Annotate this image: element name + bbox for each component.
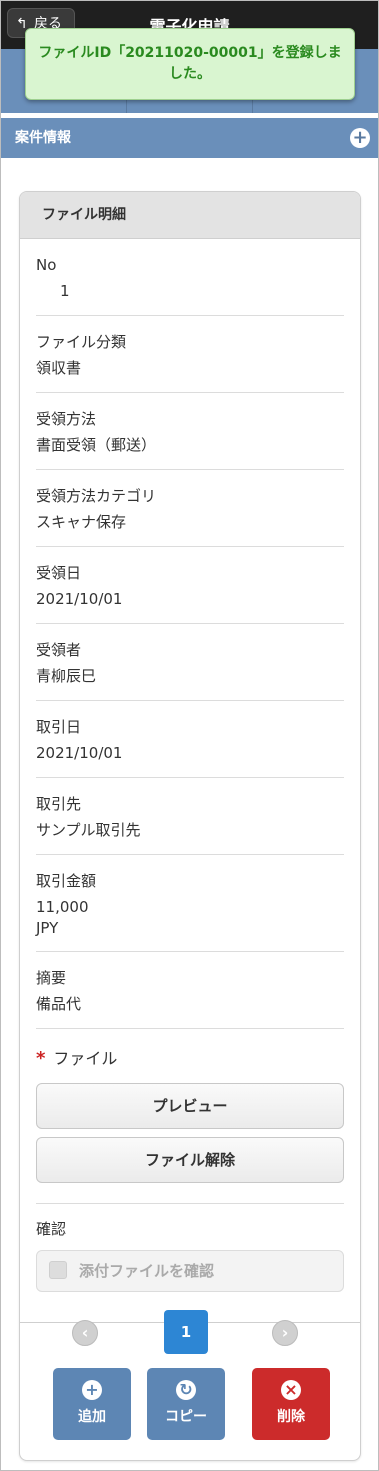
field-label: No <box>36 256 57 274</box>
file-label-row: * ファイル <box>36 1047 344 1071</box>
preview-button[interactable]: プレビュー <box>36 1083 344 1129</box>
field-value: 2021/10/01 <box>36 744 123 762</box>
field-summary: 摘要 備品代 <box>36 952 344 1029</box>
plus-icon: + <box>82 1380 102 1400</box>
file-section: * ファイル プレビュー ファイル解除 <box>36 1029 344 1204</box>
currency-value: JPY <box>36 919 59 937</box>
field-transaction-date: 取引日 2021/10/01 <box>36 701 344 778</box>
field-value: 青柳辰巳 <box>36 667 97 685</box>
file-label: ファイル <box>53 1049 118 1068</box>
remove-file-button[interactable]: ファイル解除 <box>36 1137 344 1183</box>
field-value: スキャナ保存 <box>36 513 127 531</box>
field-receipt-method-category: 受領方法カテゴリ スキャナ保存 <box>36 470 344 547</box>
prev-page-icon[interactable]: ‹ <box>72 1320 98 1346</box>
field-label: ファイル分類 <box>36 333 127 351</box>
copy-button[interactable]: ↻ コピー <box>147 1368 225 1440</box>
current-page-button[interactable]: 1 <box>164 1310 208 1354</box>
card-header: ファイル明細 <box>20 192 360 239</box>
close-icon: × <box>281 1380 301 1400</box>
field-recipient: 受領者 青柳辰巳 <box>36 624 344 701</box>
field-counterparty: 取引先 サンプル取引先 <box>36 778 344 855</box>
field-value: 領収書 <box>36 359 82 377</box>
checkbox-label: 添付ファイルを確認 <box>79 1262 215 1280</box>
field-value: 備品代 <box>36 995 82 1013</box>
field-label: 取引先 <box>36 795 82 813</box>
field-file-category: ファイル分類 領収書 <box>36 316 344 393</box>
add-button[interactable]: + 追加 <box>53 1368 131 1440</box>
field-label: 受領方法 <box>36 410 97 428</box>
field-receipt-method: 受領方法 書面受領（郵送） <box>36 393 344 470</box>
field-receipt-date: 受領日 2021/10/01 <box>36 547 344 624</box>
field-value: 書面受領（郵送） <box>36 436 157 454</box>
case-info-bar[interactable]: 案件情報 + <box>1 118 378 158</box>
confirm-attachment-checkbox[interactable]: 添付ファイルを確認 <box>36 1250 344 1292</box>
field-label: 受領日 <box>36 564 82 582</box>
required-mark: * <box>36 1048 46 1069</box>
field-value: 1 <box>60 282 70 300</box>
add-label: 追加 <box>78 1409 106 1425</box>
checkbox-box[interactable] <box>49 1261 67 1279</box>
field-label: 取引金額 <box>36 872 97 890</box>
expand-plus-icon[interactable]: + <box>350 128 370 148</box>
field-label: 摘要 <box>36 969 67 987</box>
field-label: 取引日 <box>36 718 82 736</box>
field-value: サンプル取引先 <box>36 821 141 839</box>
pager: ‹ 1 › <box>20 1310 360 1354</box>
field-amount: 取引金額 11,000 JPY <box>36 855 344 952</box>
delete-label: 削除 <box>277 1409 305 1425</box>
success-toast: ファイルID「20211020-00001」を登録しました。 <box>25 28 355 100</box>
field-list: No 1 ファイル分類 領収書 受領方法 書面受領（郵送） 受領方法カテゴリ ス… <box>20 239 360 1323</box>
field-no: No 1 <box>36 239 344 316</box>
field-value: 11,000 <box>36 898 89 916</box>
confirm-label: 確認 <box>36 1220 67 1238</box>
field-value: 2021/10/01 <box>36 590 123 608</box>
confirm-section: 確認 添付ファイルを確認 <box>20 1204 360 1323</box>
field-label: 受領方法カテゴリ <box>36 487 157 505</box>
file-detail-card: ファイル明細 No 1 ファイル分類 領収書 受領方法 書面受領（郵送） 受領方… <box>19 191 361 1461</box>
next-page-icon[interactable]: › <box>272 1320 298 1346</box>
field-label: 受領者 <box>36 641 82 659</box>
copy-label: コピー <box>165 1409 207 1425</box>
refresh-icon: ↻ <box>176 1380 196 1400</box>
delete-button[interactable]: × 削除 <box>252 1368 330 1440</box>
case-info-label: 案件情報 <box>15 130 71 146</box>
